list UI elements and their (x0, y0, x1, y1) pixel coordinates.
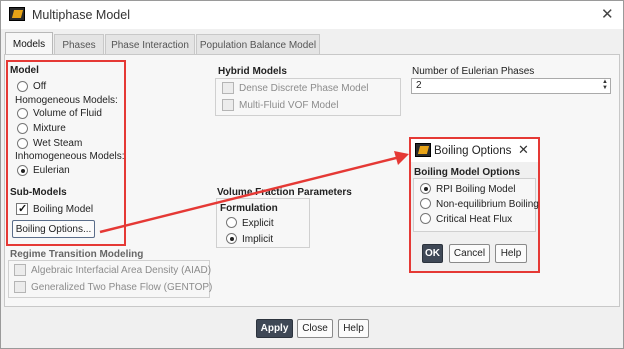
label-rpi-boiling: RPI Boiling Model (436, 184, 516, 195)
boiling-cancel-button[interactable]: Cancel (449, 244, 490, 263)
boiling-dialog-close-icon[interactable]: ✕ (518, 142, 529, 158)
radio-non-equilibrium-boiling[interactable] (420, 198, 431, 209)
boiling-model-options-title: Boiling Model Options (414, 167, 521, 178)
radio-rpi-boiling[interactable] (420, 183, 431, 194)
arrow-head (394, 151, 409, 165)
boiling-help-button[interactable]: Help (495, 244, 527, 263)
arrow-shaft (99, 155, 401, 234)
boiling-ok-button[interactable]: OK (422, 244, 443, 263)
boiling-dialog-title: Boiling Options (434, 145, 512, 157)
radio-critical-heat-flux[interactable] (420, 213, 431, 224)
label-critical-heat-flux: Critical Heat Flux (436, 214, 513, 225)
boiling-dialog-app-icon (415, 143, 431, 157)
label-non-equilibrium-boiling: Non-equilibrium Boiling (436, 199, 539, 210)
